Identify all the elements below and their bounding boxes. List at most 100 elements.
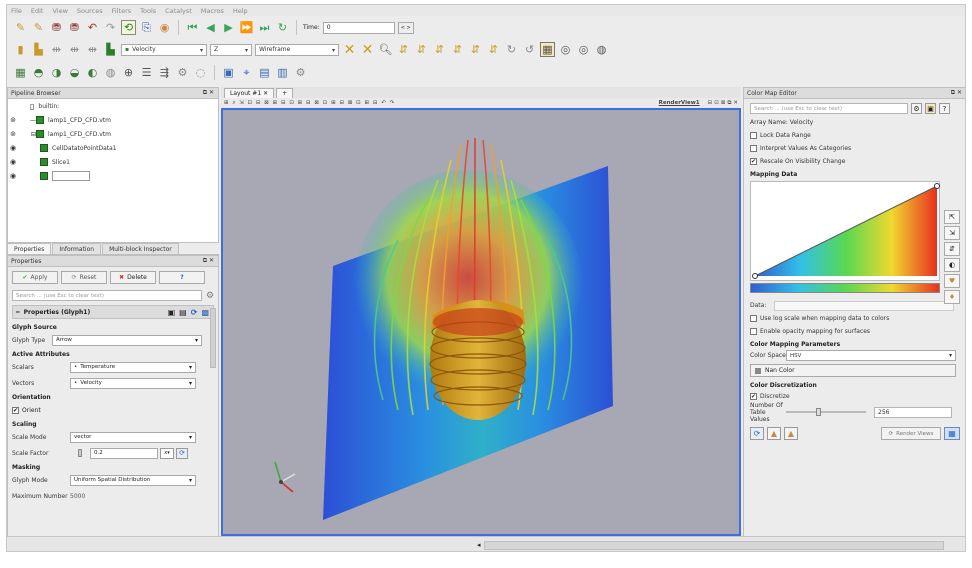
menu-file[interactable]: File <box>11 7 22 15</box>
menu-view[interactable]: View <box>52 7 67 15</box>
time-spinner[interactable]: < > <box>397 21 414 34</box>
vectors-select[interactable]: • Velocity ▾ <box>70 377 196 389</box>
cme-action-3-icon[interactable]: ▲ <box>784 427 798 440</box>
glyph-type-select[interactable]: Arrow ▾ <box>52 334 202 346</box>
rescale-visible-icon[interactable]: ▙ <box>103 42 118 57</box>
tree-item-reader[interactable]: ⊚ ⊟ lamp1_CFD_CFD.vtm <box>8 127 218 141</box>
calculator-icon[interactable]: ▦ <box>13 65 28 80</box>
view-minus-y-icon[interactable]: ⇵ <box>450 42 465 57</box>
close-view-icon[interactable]: ✕ <box>733 100 738 106</box>
find-data-icon[interactable]: ▣ <box>221 65 236 80</box>
view-minus-x-icon[interactable]: ⇵ <box>414 42 429 57</box>
table-values-slider[interactable] <box>786 408 866 416</box>
opacity-function-editor[interactable] <box>750 181 940 281</box>
last-frame-icon[interactable]: ⏭ <box>257 20 272 35</box>
view-plus-y-icon[interactable]: ⇵ <box>432 42 447 57</box>
tree-item-builtin[interactable]: ▯ builtin: <box>8 99 218 113</box>
redo-icon[interactable]: ↷ <box>103 20 118 35</box>
tab-layout-1[interactable]: Layout #1 ✕ <box>224 88 275 98</box>
query-icon[interactable]: ⌖ <box>239 65 254 80</box>
expand-icon[interactable]: — <box>18 117 36 124</box>
loop-icon[interactable]: ↻ <box>275 20 290 35</box>
apply-button[interactable]: ✔ Apply <box>12 271 58 284</box>
auto-render-toggle-icon[interactable]: ▦ <box>944 427 960 440</box>
contour-icon[interactable]: ◓ <box>31 65 46 80</box>
menu-tools[interactable]: Tools <box>140 7 156 15</box>
menu-filters[interactable]: Filters <box>112 7 131 15</box>
restore-icon[interactable]: ⧉ <box>727 100 731 107</box>
eye-icon[interactable]: ⊚ <box>8 130 18 138</box>
delete-button[interactable]: ✖ Delete <box>110 271 156 284</box>
interpret-categories-checkbox[interactable] <box>750 145 757 152</box>
menu-macros[interactable]: Macros <box>201 7 224 15</box>
invert-icon[interactable]: ◐ <box>944 258 960 272</box>
nan-color-button[interactable]: Nan Color <box>750 364 956 377</box>
cme-save-icon[interactable]: ▣ <box>925 103 936 114</box>
save-icon[interactable]: ✎ <box>31 20 46 35</box>
rescale-range-icon[interactable]: ⇱ <box>944 210 960 224</box>
collapse-icon[interactable]: ━ <box>16 309 20 316</box>
first-frame-icon[interactable]: ⏮ <box>185 20 200 35</box>
scalars-select[interactable]: • Temperature ▾ <box>70 361 196 373</box>
previous-frame-icon[interactable]: ◀ <box>203 20 218 35</box>
table-values-input[interactable]: 256 <box>874 406 952 418</box>
stream-tracer-icon[interactable]: ☰ <box>139 65 154 80</box>
tree-item-glyph[interactable]: ◉ <box>8 169 218 183</box>
next-frame-icon[interactable]: ⏩ <box>239 20 254 35</box>
expand-icon[interactable]: ⊟ <box>18 131 36 138</box>
rescale-visibility-checkbox[interactable]: ✔ <box>750 158 757 165</box>
color-by-select[interactable]: ▪ Velocity ▾ <box>121 43 207 56</box>
group-datasets-icon[interactable]: ⚙ <box>175 65 190 80</box>
slider-handle[interactable] <box>78 449 82 457</box>
rotate-cw-icon[interactable]: ↻ <box>504 42 519 57</box>
rescale-temporal-icon[interactable]: ⇵ <box>944 242 960 256</box>
render-canvas[interactable] <box>223 110 739 534</box>
rotate-ccw-icon[interactable]: ↺ <box>522 42 537 57</box>
eye-icon[interactable]: ⊚ <box>8 116 18 124</box>
menu-help[interactable]: Help <box>233 7 248 15</box>
paste-icon[interactable]: ▤ <box>179 308 187 317</box>
reset-button[interactable]: ⟳ Reset <box>61 271 107 284</box>
disconnect-icon[interactable]: ⛃ <box>67 20 82 35</box>
component-select[interactable]: Z ▾ <box>210 43 252 56</box>
tree-item-edit-box[interactable] <box>52 171 90 181</box>
use-log-checkbox[interactable] <box>750 315 757 322</box>
play-icon[interactable]: ▶ <box>221 20 236 35</box>
camera-redo-icon[interactable]: ⎘ <box>139 20 154 35</box>
select-block-icon[interactable]: ◍ <box>594 42 609 57</box>
horizontal-scrollbar[interactable] <box>484 541 944 550</box>
eye-icon[interactable]: ◉ <box>8 144 18 152</box>
cme-action-2-icon[interactable]: ▲ <box>767 427 781 440</box>
view-plus-z-icon[interactable]: ⇵ <box>468 42 483 57</box>
advanced-gear-icon[interactable]: ⚙ <box>206 291 214 301</box>
help-button[interactable]: ? <box>159 271 205 284</box>
extract-level-icon[interactable]: ◌ <box>193 65 208 80</box>
scale-mode-select[interactable]: vector ▾ <box>70 431 196 443</box>
close-icon[interactable]: ⧉ ✕ <box>203 257 214 265</box>
rescale-custom-icon[interactable]: ⇲ <box>944 226 960 240</box>
select-frustum-icon[interactable]: ◎ <box>576 42 591 57</box>
cme-settings-icon[interactable]: ⚙ <box>911 103 922 114</box>
reset-scale-icon[interactable]: ⟳ <box>176 447 188 459</box>
cme-help-icon[interactable]: ? <box>939 103 950 114</box>
undo-icon[interactable]: ↶ <box>85 20 100 35</box>
rescale-custom-icon[interactable]: ⇹ <box>67 42 82 57</box>
tree-item-celldatatopointdata[interactable]: ◉ CellDatatoPointData1 <box>8 141 218 155</box>
tab-properties[interactable]: Properties <box>7 243 52 254</box>
threshold-icon[interactable]: ◐ <box>85 65 100 80</box>
enable-opacity-checkbox[interactable] <box>750 328 757 335</box>
glyph-mode-select[interactable]: Uniform Spatial Distribution ▾ <box>70 474 196 486</box>
tree-item-source[interactable]: ⊚ — lamp1_CFD_CFD.vtm <box>8 113 218 127</box>
select-points-icon[interactable]: ◎ <box>558 42 573 57</box>
zoom-box-icon[interactable]: 🔍︎ <box>378 42 393 57</box>
view-plus-x-icon[interactable]: ⇵ <box>396 42 411 57</box>
plot-icon[interactable]: ▥ <box>275 65 290 80</box>
properties-header[interactable]: ━ Properties (Glyph1) ▣ ▤ ⟳ ▩ <box>12 305 214 319</box>
cme-action-1-icon[interactable]: ⟳ <box>750 427 764 440</box>
cme-search-input[interactable]: Search ... (use Esc to clear text) <box>750 103 908 114</box>
lock-range-checkbox[interactable] <box>750 132 757 139</box>
colormap-bar[interactable] <box>750 283 940 293</box>
scale-factor-slider[interactable] <box>70 449 90 457</box>
orient-checkbox[interactable]: ✔ <box>12 406 19 414</box>
camera-undo-icon[interactable]: ⟲ <box>121 20 136 35</box>
